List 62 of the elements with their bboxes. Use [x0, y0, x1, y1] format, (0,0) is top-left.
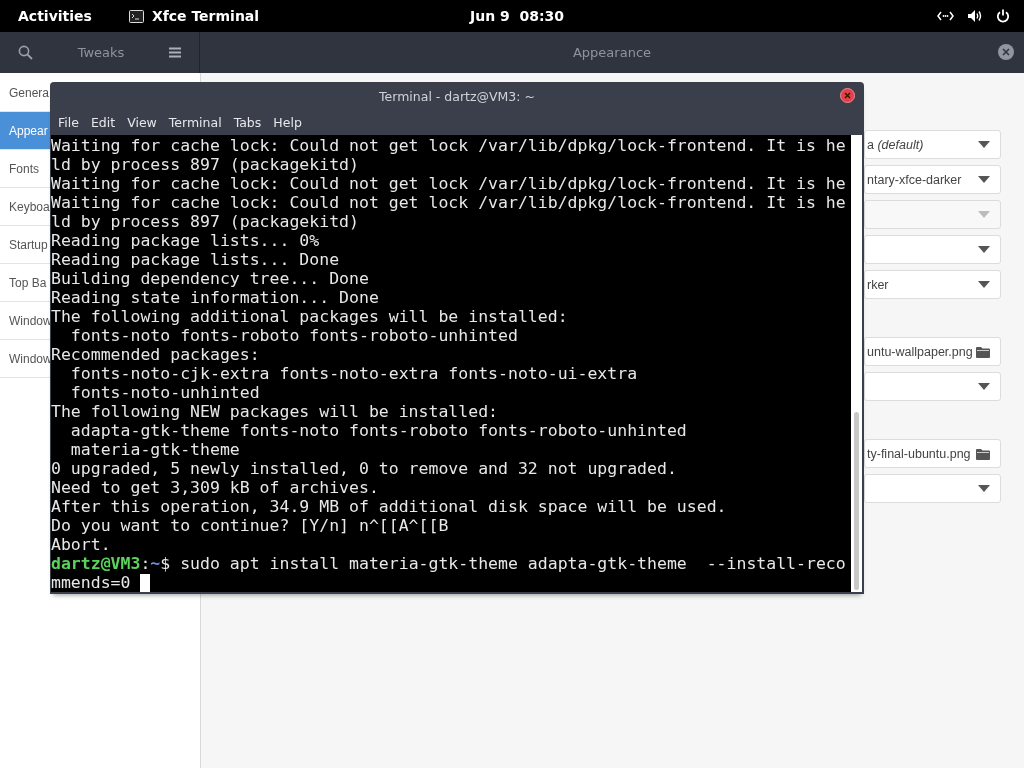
file-chooser[interactable]: ty-final-ubuntu.png: [864, 439, 1001, 468]
output-line: After this operation, 34.9 MB of additional disk space will be used.: [51, 497, 727, 516]
output-line: Building dependency tree... Done: [51, 269, 369, 288]
caret-icon: [978, 383, 990, 390]
output-line: Reading package lists... Done: [51, 250, 340, 269]
output-line: fonts-noto-unhinted: [69, 383, 260, 402]
scrollbar-thumb[interactable]: [854, 412, 859, 590]
file-chooser[interactable]: untu-wallpaper.png: [864, 337, 1001, 366]
caret-icon: [978, 141, 990, 148]
activities-button[interactable]: Activities: [18, 8, 92, 24]
folder-icon: [976, 345, 990, 358]
caret-icon: [978, 485, 990, 492]
app-name[interactable]: Xfce Terminal: [151, 8, 260, 24]
menu-item[interactable]: Terminal: [162, 114, 228, 130]
menu-item[interactable]: Help: [267, 114, 308, 130]
output-line: Abort.: [51, 535, 111, 554]
clock[interactable]: Jun 9 08:30: [470, 8, 565, 24]
dropdown[interactable]: a (default): [864, 130, 1001, 159]
prompt-path: ~: [150, 554, 161, 573]
network-icon[interactable]: [937, 11, 954, 21]
output-line: Do you want to continue? [Y/n] n^[[A^[[B: [51, 516, 449, 535]
menu-item[interactable]: Edit: [84, 114, 122, 130]
panel-title: Appearance: [572, 45, 652, 60]
output-line: Waiting for cache lock: Could not get lock /var/lib/dpkg/lock-frontend. It is he: [51, 136, 846, 155]
output-line: Recommended packages:: [51, 345, 260, 364]
dropdown[interactable]: ntary-xfce-darker: [864, 165, 1001, 194]
output-line: materia-gtk-theme: [69, 440, 240, 459]
caret-icon: [978, 211, 990, 218]
menu-item[interactable]: File: [52, 114, 85, 130]
output-line: ld by process 897 (packagekitd): [51, 212, 359, 231]
prompt-separator: :: [140, 554, 151, 573]
output-line: mmends=0: [51, 573, 131, 592]
command-text: $ sudo apt install materia-gtk-theme adapta-gtk-theme --install-reco: [160, 554, 846, 573]
close-icon[interactable]: [998, 44, 1014, 60]
output-line: fonts-noto-cjk-extra fonts-noto-extra fonts-noto-ui-extra: [69, 364, 638, 383]
window-title: Terminal - dartz@VM3: ~: [379, 88, 535, 104]
power-icon[interactable]: [996, 9, 1010, 23]
output-line: fonts-noto fonts-roboto fonts-roboto-unhinted: [69, 326, 518, 345]
folder-icon: [976, 447, 990, 460]
output-line: Reading package lists... 0%: [51, 231, 320, 250]
close-icon[interactable]: [840, 88, 855, 103]
menu-item[interactable]: Tabs: [227, 114, 268, 130]
output-line: Waiting for cache lock: Could not get lock /var/lib/dpkg/lock-frontend. It is he: [51, 193, 846, 212]
output-line: adapta-gtk-theme fonts-noto fonts-roboto fonts-roboto-unhinted: [69, 421, 687, 440]
terminal-icon: [128, 9, 144, 23]
app-title: Tweaks: [77, 45, 125, 60]
output-line: The following NEW packages will be installed:: [51, 402, 499, 421]
output-line: 0 upgraded, 5 newly installed, 0 to remove and 32 not upgraded.: [51, 459, 677, 478]
prompt-user: dartz@VM3: [51, 554, 141, 573]
volume-icon[interactable]: [967, 9, 983, 23]
menu-item[interactable]: View: [121, 114, 163, 130]
caret-icon: [978, 281, 990, 288]
output-line: Waiting for cache lock: Could not get lock /var/lib/dpkg/lock-frontend. It is he: [51, 174, 846, 193]
menu-icon[interactable]: [169, 47, 181, 58]
output-line: Need to get 3,309 kB of archives.: [51, 478, 379, 497]
dropdown[interactable]: rker: [864, 270, 1001, 299]
search-icon[interactable]: [18, 45, 33, 60]
caret-icon: [978, 246, 990, 253]
output-line: Reading state information... Done: [51, 288, 379, 307]
output-line: ld by process 897 (packagekitd): [51, 155, 359, 174]
caret-icon: [978, 176, 990, 183]
output-line: The following additional packages will be installed:: [51, 307, 568, 326]
